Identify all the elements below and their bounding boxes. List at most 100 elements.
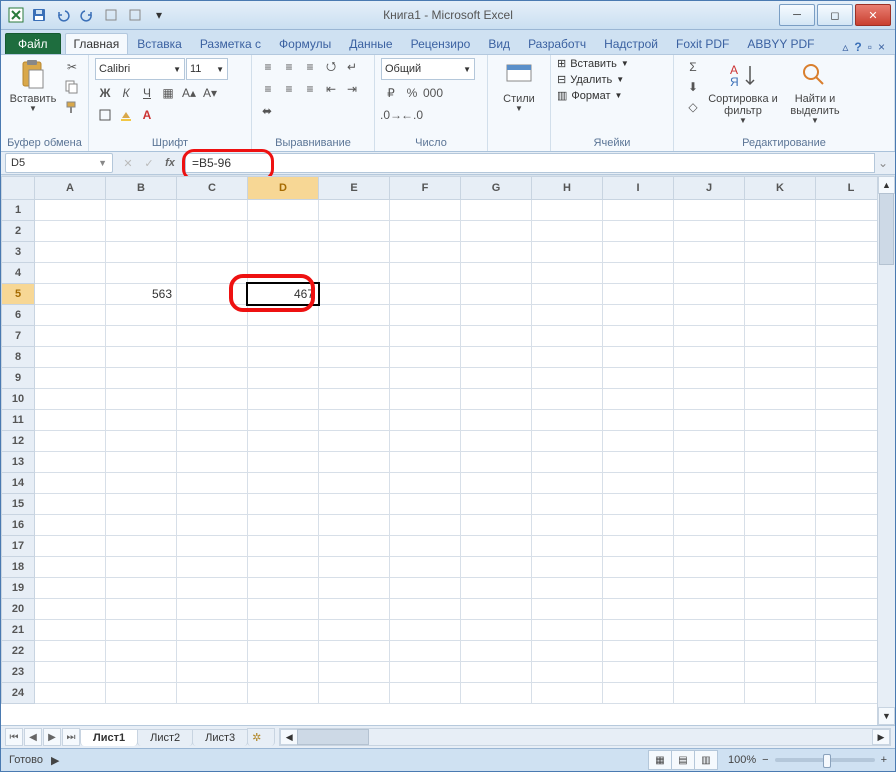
column-header[interactable]: G [461,177,532,200]
row-header[interactable]: 22 [2,641,35,662]
cell-K12[interactable] [745,431,816,452]
cell-C11[interactable] [177,410,248,431]
cell-G4[interactable] [461,263,532,284]
cell-J24[interactable] [674,683,745,704]
cell-G21[interactable] [461,620,532,641]
cell-A21[interactable] [35,620,106,641]
cell-H15[interactable] [532,494,603,515]
cell-K22[interactable] [745,641,816,662]
cell-G2[interactable] [461,221,532,242]
cell-A12[interactable] [35,431,106,452]
find-select-button[interactable]: Найти и выделить▼ [779,57,851,126]
cell-D2[interactable] [248,221,319,242]
cell-J16[interactable] [674,515,745,536]
cell-F12[interactable] [390,431,461,452]
fill-icon[interactable]: ⬇ [683,77,703,97]
cell-A9[interactable] [35,368,106,389]
cell-I1[interactable] [603,200,674,221]
column-header[interactable]: A [35,177,106,200]
sheet-tab-2[interactable]: Лист2 [137,729,193,746]
cell-B17[interactable] [106,536,177,557]
paste-button[interactable]: Вставить▼ [7,57,59,114]
cell-A13[interactable] [35,452,106,473]
scroll-down-icon[interactable]: ▼ [878,707,895,725]
wrap-text-icon[interactable]: ↵ [342,57,362,77]
hscroll-thumb[interactable] [297,729,369,745]
cell-D15[interactable] [248,494,319,515]
cell-D4[interactable] [248,263,319,284]
row-header[interactable]: 8 [2,347,35,368]
cell-H18[interactable] [532,557,603,578]
row-header[interactable]: 17 [2,536,35,557]
sheet-tab-1[interactable]: Лист1 [80,729,138,746]
cell-K11[interactable] [745,410,816,431]
cell-L11[interactable] [816,410,887,431]
cell-G22[interactable] [461,641,532,662]
font-size-combo[interactable]: 11▼ [186,58,228,80]
tab-formulas[interactable]: Формулы [270,33,340,54]
cell-J4[interactable] [674,263,745,284]
help-icon[interactable]: ? [854,40,861,54]
normal-view-icon[interactable]: ▦ [648,750,672,770]
cell-C13[interactable] [177,452,248,473]
cell-E15[interactable] [319,494,390,515]
cell-C3[interactable] [177,242,248,263]
row-header[interactable]: 16 [2,515,35,536]
cell-K1[interactable] [745,200,816,221]
tab-foxit[interactable]: Foxit PDF [667,33,738,54]
cell-G12[interactable] [461,431,532,452]
row-header[interactable]: 19 [2,578,35,599]
cell-H13[interactable] [532,452,603,473]
align-center-icon[interactable]: ≡ [279,79,299,99]
cell-J22[interactable] [674,641,745,662]
column-header[interactable]: K [745,177,816,200]
cell-B14[interactable] [106,473,177,494]
cell-J3[interactable] [674,242,745,263]
row-header[interactable]: 13 [2,452,35,473]
cell-J23[interactable] [674,662,745,683]
cell-B18[interactable] [106,557,177,578]
cell-F10[interactable] [390,389,461,410]
cell-G7[interactable] [461,326,532,347]
cell-C23[interactable] [177,662,248,683]
first-sheet-icon[interactable]: ⏮ [5,728,23,746]
cell-J12[interactable] [674,431,745,452]
cell-I20[interactable] [603,599,674,620]
cell-A5[interactable] [35,284,106,305]
row-header[interactable]: 6 [2,305,35,326]
tab-data[interactable]: Данные [340,33,401,54]
cell-J18[interactable] [674,557,745,578]
cell-D21[interactable] [248,620,319,641]
cell-J20[interactable] [674,599,745,620]
cell-L19[interactable] [816,578,887,599]
scroll-right-icon[interactable]: ▶ [872,729,890,745]
cell-D11[interactable] [248,410,319,431]
cell-D24[interactable] [248,683,319,704]
font-name-combo[interactable]: Calibri▼ [95,58,185,80]
cell-E14[interactable] [319,473,390,494]
cell-G17[interactable] [461,536,532,557]
decrease-decimal-icon[interactable]: ←.0 [402,105,422,125]
tab-view[interactable]: Вид [479,33,519,54]
cell-K18[interactable] [745,557,816,578]
cell-C10[interactable] [177,389,248,410]
cell-E2[interactable] [319,221,390,242]
cell-J17[interactable] [674,536,745,557]
italic-button[interactable]: К [116,83,136,103]
cell-K15[interactable] [745,494,816,515]
cell-A18[interactable] [35,557,106,578]
cell-L7[interactable] [816,326,887,347]
cell-L2[interactable] [816,221,887,242]
cell-F6[interactable] [390,305,461,326]
format-cells-button[interactable]: ▥Формат▼ [557,89,622,102]
underline-button[interactable]: Ч [137,83,157,103]
cell-K8[interactable] [745,347,816,368]
cell-J15[interactable] [674,494,745,515]
cell-C14[interactable] [177,473,248,494]
cell-E5[interactable] [319,284,390,305]
cell-L10[interactable] [816,389,887,410]
cell-D3[interactable] [248,242,319,263]
cell-J2[interactable] [674,221,745,242]
cell-J5[interactable] [674,284,745,305]
cell-E24[interactable] [319,683,390,704]
